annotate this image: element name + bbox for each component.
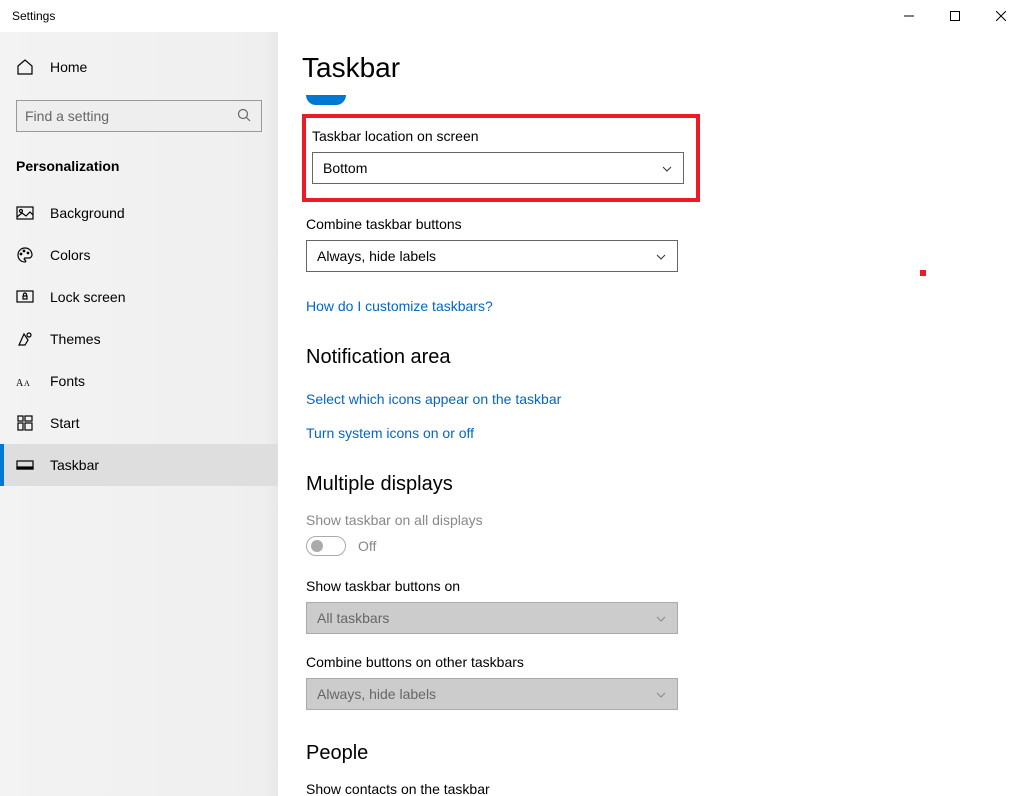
minimize-icon xyxy=(904,11,914,21)
chevron-down-icon xyxy=(655,688,667,700)
show-all-label: Show taskbar on all displays xyxy=(302,512,1024,528)
titlebar: Settings xyxy=(0,0,1024,32)
content-area: Taskbar Taskbar location on screen Botto… xyxy=(278,32,1024,796)
chevron-down-icon xyxy=(655,250,667,262)
partial-toggle[interactable] xyxy=(306,95,346,105)
notification-heading: Notification area xyxy=(302,346,1024,369)
location-label: Taskbar location on screen xyxy=(312,128,686,144)
category-label: Personalization xyxy=(0,150,278,192)
home-label: Home xyxy=(50,59,87,75)
system-icons-link[interactable]: Turn system icons on or off xyxy=(306,425,474,441)
sidebar-item-label: Background xyxy=(50,205,125,221)
fonts-icon: AA xyxy=(16,372,34,390)
partial-toggle-row xyxy=(302,90,1024,110)
taskbar-icon xyxy=(16,456,34,474)
annotation-dot xyxy=(920,270,926,276)
window-controls xyxy=(886,0,1024,32)
show-all-toggle xyxy=(306,536,346,556)
show-all-state: Off xyxy=(358,538,376,554)
combine-label: Combine taskbar buttons xyxy=(306,216,1024,232)
sidebar-item-label: Taskbar xyxy=(50,457,99,473)
search-box[interactable] xyxy=(16,100,262,132)
sidebar-item-background[interactable]: Background xyxy=(0,192,278,234)
sidebar-item-lock-screen[interactable]: Lock screen xyxy=(0,276,278,318)
select-icons-link[interactable]: Select which icons appear on the taskbar xyxy=(306,391,561,407)
location-select[interactable]: Bottom xyxy=(312,152,684,184)
combine-value: Always, hide labels xyxy=(317,248,436,264)
sidebar-item-colors[interactable]: Colors xyxy=(0,234,278,276)
chevron-down-icon xyxy=(655,612,667,624)
location-value: Bottom xyxy=(323,160,367,176)
sidebar-item-label: Lock screen xyxy=(50,289,125,305)
search-icon xyxy=(237,108,253,124)
sidebar-item-label: Start xyxy=(50,415,80,431)
maximize-button[interactable] xyxy=(932,0,978,32)
page-title: Taskbar xyxy=(302,52,1024,84)
sidebar-item-label: Themes xyxy=(50,331,101,347)
picture-icon xyxy=(16,204,34,222)
multiple-heading: Multiple displays xyxy=(302,473,1024,496)
combine-other-label: Combine buttons on other taskbars xyxy=(306,654,1024,670)
customize-link[interactable]: How do I customize taskbars? xyxy=(306,298,493,314)
close-icon xyxy=(996,11,1006,21)
search-input[interactable] xyxy=(25,108,237,124)
chevron-down-icon xyxy=(661,162,673,174)
show-contacts-label: Show contacts on the taskbar xyxy=(302,781,1024,796)
buttons-on-value: All taskbars xyxy=(317,610,389,626)
sidebar-item-themes[interactable]: Themes xyxy=(0,318,278,360)
combine-other-select: Always, hide labels xyxy=(306,678,678,710)
buttons-on-label: Show taskbar buttons on xyxy=(306,578,1024,594)
sidebar-item-fonts[interactable]: AA Fonts xyxy=(0,360,278,402)
themes-icon xyxy=(16,330,34,348)
sidebar-item-taskbar[interactable]: Taskbar xyxy=(0,444,278,486)
home-icon xyxy=(16,58,34,76)
sidebar-item-label: Colors xyxy=(50,247,90,263)
sidebar-item-start[interactable]: Start xyxy=(0,402,278,444)
sidebar: Home Personalization Background Colors L… xyxy=(0,32,278,796)
combine-select[interactable]: Always, hide labels xyxy=(306,240,678,272)
sidebar-item-label: Fonts xyxy=(50,373,85,389)
home-nav[interactable]: Home xyxy=(0,48,278,86)
window-title: Settings xyxy=(12,9,55,23)
lock-screen-icon xyxy=(16,288,34,306)
svg-text:A: A xyxy=(24,379,30,388)
maximize-icon xyxy=(950,11,960,21)
palette-icon xyxy=(16,246,34,264)
start-icon xyxy=(16,414,34,432)
combine-other-value: Always, hide labels xyxy=(317,686,436,702)
buttons-on-select: All taskbars xyxy=(306,602,678,634)
minimize-button[interactable] xyxy=(886,0,932,32)
highlight-annotation: Taskbar location on screen Bottom xyxy=(302,114,700,202)
people-heading: People xyxy=(302,742,1024,765)
svg-text:A: A xyxy=(16,378,24,388)
close-button[interactable] xyxy=(978,0,1024,32)
